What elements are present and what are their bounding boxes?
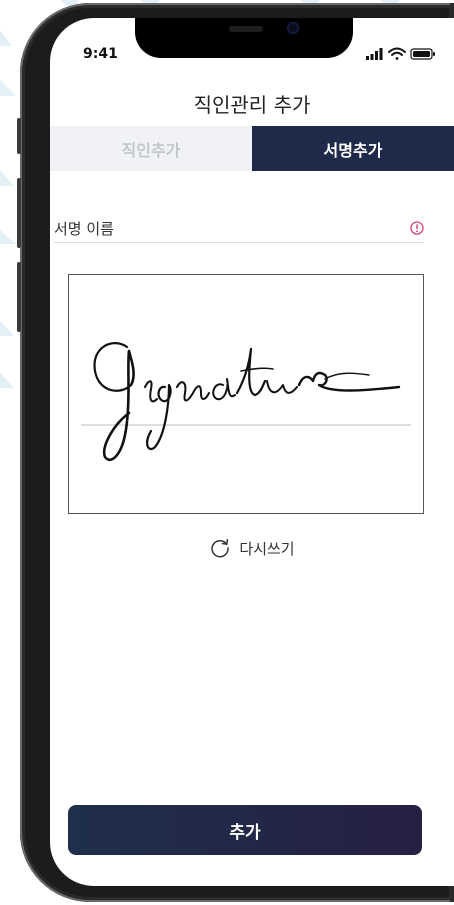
page-title: 직인관리 추가 (193, 93, 311, 117)
signature-pad[interactable] (68, 274, 424, 514)
refresh-icon (211, 539, 230, 558)
camera (287, 22, 299, 34)
speaker (229, 26, 263, 32)
battery-icon (410, 48, 435, 60)
add-button[interactable]: 추가 (68, 805, 422, 855)
redo-button[interactable]: 다시쓰기 (50, 535, 454, 561)
mute-switch (17, 118, 21, 154)
signature-name-field[interactable]: 서명 이름 (54, 218, 114, 239)
signal-icon (366, 48, 383, 60)
warning-icon (410, 221, 424, 235)
status-time: 9:41 (83, 46, 118, 62)
notch (135, 18, 353, 58)
tab-stamp-add[interactable]: 직인추가 (50, 126, 252, 171)
signature-stroke (81, 342, 411, 462)
screen: 9:41 직인관리 추가 직인추가 서명추가 서명 이름 다시쓰기 추가 (50, 18, 454, 886)
volume-up-button (17, 178, 21, 248)
tab-bar: 직인추가 서명추가 (50, 126, 454, 171)
field-underline (54, 242, 424, 243)
status-icons (366, 47, 435, 60)
volume-down-button (17, 262, 21, 332)
tab-signature-add[interactable]: 서명추가 (252, 126, 454, 171)
redo-label: 다시쓰기 (239, 539, 295, 558)
wifi-icon (388, 47, 406, 60)
